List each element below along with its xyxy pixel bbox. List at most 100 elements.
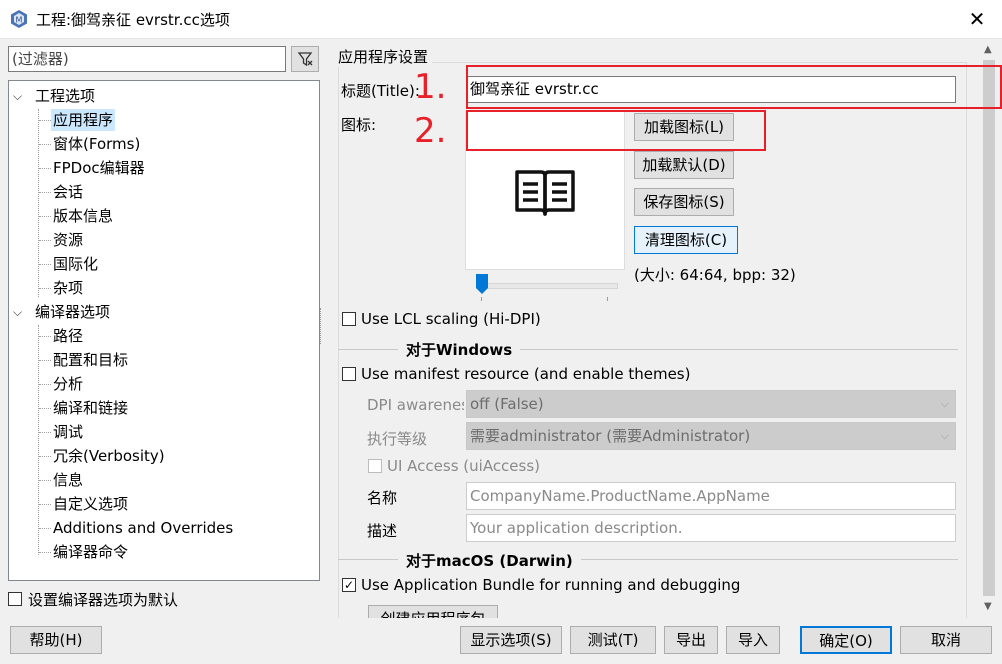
title-label: 标题(Title):: [341, 82, 420, 100]
tree-item-verbosity[interactable]: 冗余(Verbosity): [51, 445, 167, 467]
collapse-icon[interactable]: ⌵: [13, 89, 22, 104]
lcl-scaling-checkbox[interactable]: [342, 312, 356, 326]
tree-line: [39, 456, 51, 457]
manifest-label: Use manifest resource (and enable themes…: [361, 365, 691, 383]
options-tree[interactable]: ⌵ 工程选项 应用程序 窗体(Forms) FPDoc编辑器 会话 版本信息 资…: [8, 80, 320, 581]
tree-item-forms[interactable]: 窗体(Forms): [51, 133, 142, 155]
tree-line: [39, 528, 51, 529]
chevron-down-icon: ⌵: [940, 397, 949, 410]
lazarus-app-icon: M: [11, 10, 27, 28]
annotation-number-2: 2.: [414, 111, 447, 151]
save-icon-button[interactable]: 保存图标(S): [634, 188, 734, 216]
book-icon: [515, 170, 575, 216]
app-bundle-checkbox[interactable]: ✓: [342, 578, 356, 592]
tree-line: [39, 360, 51, 361]
dpi-awareness-select[interactable]: off (False) ⌵: [466, 390, 956, 418]
tree-item-resources[interactable]: 资源: [51, 229, 85, 251]
scroll-up-icon[interactable]: ▲: [984, 44, 992, 55]
slider-tick: [481, 297, 482, 301]
test-button[interactable]: 测试(T): [570, 626, 656, 654]
import-button[interactable]: 导入: [726, 626, 780, 654]
tree-line: [39, 504, 51, 505]
icon-label: 图标:: [341, 116, 377, 134]
lcl-scaling-label: Use LCL scaling (Hi-DPI): [361, 310, 541, 328]
annotation-box-1: [466, 65, 1002, 109]
manifest-checkbox[interactable]: [342, 367, 356, 381]
tree-item-application[interactable]: 应用程序: [51, 109, 116, 131]
tree-item-version-info[interactable]: 版本信息: [51, 205, 115, 227]
tree-item-project-options[interactable]: 工程选项: [33, 85, 97, 107]
close-icon[interactable]: ✕: [964, 7, 990, 31]
window-title: 工程:御驾亲征 evrstr.cc选项: [36, 11, 230, 29]
icon-size-slider-thumb[interactable]: [476, 274, 488, 294]
help-button[interactable]: 帮助(H): [10, 626, 102, 654]
tree-item-custom-options[interactable]: 自定义选项: [51, 493, 130, 515]
tree-item-compile-link[interactable]: 编译和链接: [51, 397, 130, 419]
collapse-icon[interactable]: ⌵: [13, 305, 22, 320]
annotation-box-2: [466, 110, 766, 151]
clear-filter-button[interactable]: [291, 46, 319, 72]
tree-line: [39, 192, 51, 193]
tree-item-parsing[interactable]: 分析: [51, 373, 85, 395]
set-default-label: 设置编译器选项为默认: [28, 591, 179, 609]
tree-line: [39, 408, 51, 409]
tree-line: [39, 216, 51, 217]
description-input[interactable]: Your application description.: [466, 514, 956, 542]
filter-clear-icon: [297, 52, 313, 67]
set-default-checkbox[interactable]: [8, 592, 22, 606]
tree-item-config-target[interactable]: 配置和目标: [51, 349, 130, 371]
tree-line: [39, 288, 51, 289]
tree-line: [39, 144, 51, 145]
tree-line: [39, 384, 51, 385]
app-bundle-label: Use Application Bundle for running and d…: [361, 576, 741, 594]
tree-item-compiler-commands[interactable]: 编译器命令: [51, 541, 130, 563]
export-button[interactable]: 导出: [664, 626, 718, 654]
execution-level-label: 执行等级: [367, 430, 428, 448]
tree-item-compiler-options[interactable]: 编译器选项: [33, 301, 112, 323]
tree-item-paths[interactable]: 路径: [51, 325, 85, 347]
tree-item-debugging[interactable]: 调试: [51, 421, 85, 443]
description-label: 描述: [367, 522, 398, 540]
dpi-awareness-value: off (False): [470, 395, 544, 413]
tree-line: [39, 432, 51, 433]
tree-line: [39, 264, 51, 265]
slider-tick: [607, 297, 608, 301]
macos-section-title: 对于macOS (Darwin): [398, 550, 581, 571]
filter-input[interactable]: (过滤器): [8, 46, 286, 72]
scroll-down-icon[interactable]: ▼: [984, 601, 992, 612]
icon-size-info: (大小: 64:64, bpp: 32): [634, 266, 796, 284]
create-bundle-button[interactable]: 创建应用程序包: [368, 605, 498, 618]
tree-line: [39, 552, 51, 553]
tree-item-session[interactable]: 会话: [51, 181, 85, 203]
windows-section-title: 对于Windows: [398, 339, 521, 360]
splitter-handle[interactable]: [320, 308, 325, 344]
tree-line: [39, 168, 51, 169]
tree-item-misc[interactable]: 杂项: [51, 277, 85, 299]
execution-level-value: 需要administrator (需要Administrator): [470, 427, 751, 445]
tree-line: [39, 336, 51, 337]
load-default-button[interactable]: 加载默认(D): [634, 151, 734, 179]
scrollbar-thumb[interactable]: [983, 60, 995, 596]
execution-level-select[interactable]: 需要administrator (需要Administrator) ⌵: [466, 422, 956, 450]
clear-icon-button[interactable]: 清理图标(C): [634, 226, 738, 254]
ui-access-label: UI Access (uiAccess): [387, 457, 541, 475]
svg-text:M: M: [16, 16, 23, 25]
ui-access-checkbox[interactable]: [368, 459, 382, 473]
tree-item-messages[interactable]: 信息: [51, 469, 85, 491]
cancel-button[interactable]: 取消: [900, 626, 992, 654]
tree-item-fpdoc[interactable]: FPDoc编辑器: [51, 157, 147, 179]
title-bar: M 工程:御驾亲征 evrstr.cc选项 ✕: [0, 0, 1002, 39]
tree-line: [39, 240, 51, 241]
ok-button[interactable]: 确定(O): [800, 626, 892, 654]
app-settings-group-title: 应用程序设置: [338, 46, 433, 67]
tree-item-additions-overrides[interactable]: Additions and Overrides: [51, 517, 235, 539]
dpi-awareness-label: DPI awarenes: [367, 396, 464, 414]
chevron-down-icon: ⌵: [940, 429, 949, 442]
annotation-number-1: 1.: [414, 67, 447, 107]
icon-size-slider-track[interactable]: [476, 283, 618, 289]
tree-line: [38, 109, 39, 297]
show-options-button[interactable]: 显示选项(S): [460, 626, 562, 654]
name-label: 名称: [367, 489, 398, 507]
name-input[interactable]: CompanyName.ProductName.AppName: [466, 482, 956, 510]
tree-item-i18n[interactable]: 国际化: [51, 253, 100, 275]
